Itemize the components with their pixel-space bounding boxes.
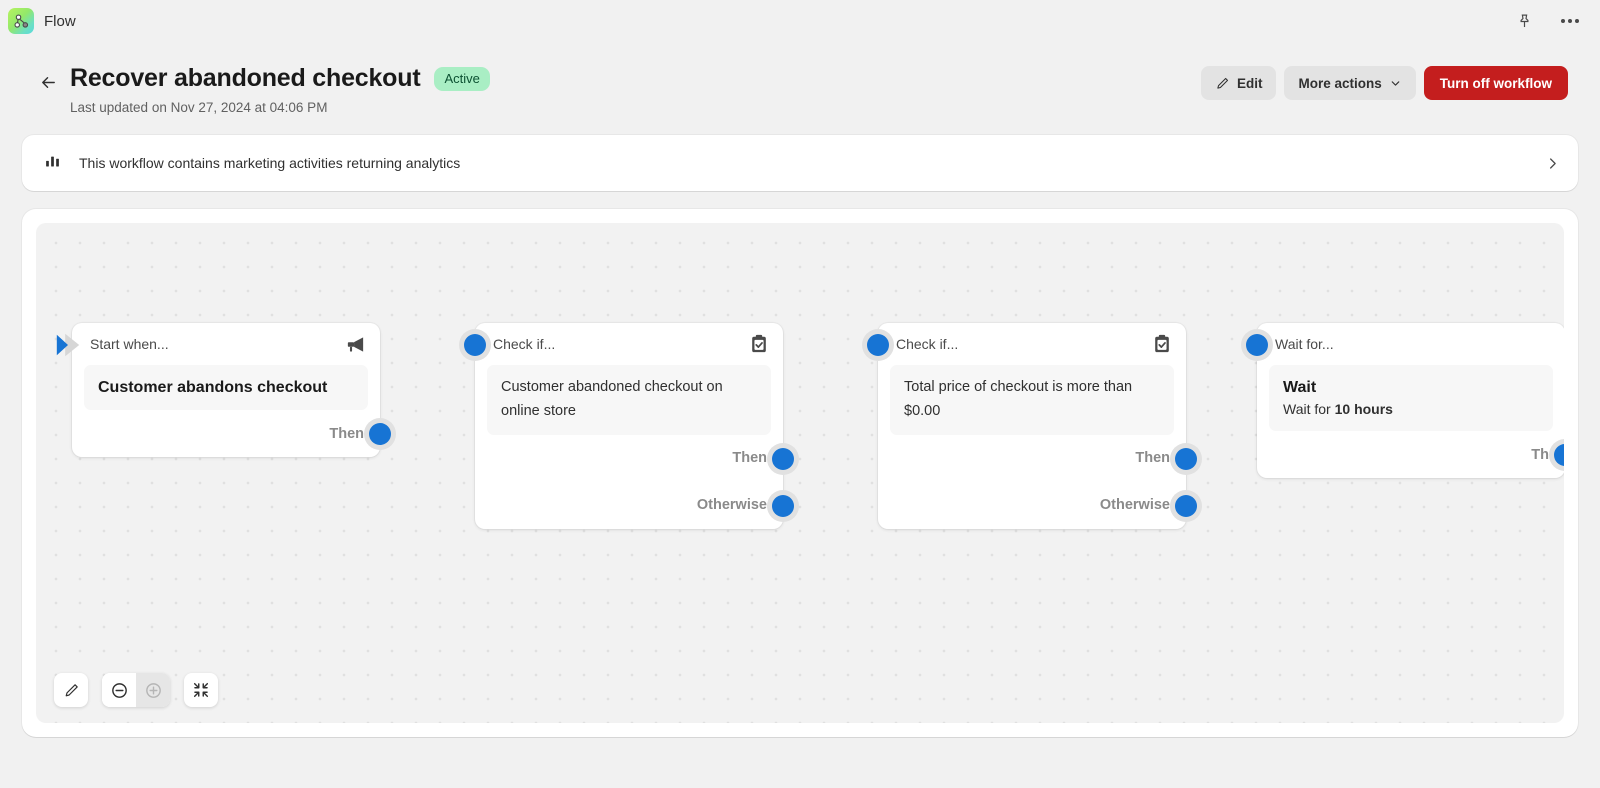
node-port-row-then: Then <box>72 410 396 457</box>
megaphone-icon <box>345 334 366 355</box>
pencil-icon <box>1217 77 1229 89</box>
node-port-row-then: Th <box>1257 431 1564 478</box>
app-title: Flow <box>44 12 76 30</box>
node-header-label: Wait for... <box>1275 336 1334 352</box>
input-port[interactable] <box>459 329 491 361</box>
node-body: Wait Wait for 10 hours <box>1269 365 1553 432</box>
more-menu-icon[interactable] <box>1556 7 1584 35</box>
analytics-banner-text: This workflow contains marketing activit… <box>79 155 461 171</box>
workflow-node-trigger[interactable]: Start when... Customer abandons checkout… <box>56 323 396 458</box>
node-body: Customer abandoned checkout on online st… <box>487 365 771 435</box>
clipboard-check-icon <box>1152 334 1172 354</box>
title-row: Recover abandoned checkout Active <box>70 64 490 93</box>
edit-button-label: Edit <box>1236 75 1263 91</box>
input-port[interactable] <box>1241 329 1273 361</box>
workflow-canvas-card: Start when... Customer abandons checkout… <box>22 209 1578 737</box>
chevron-down-icon <box>1391 80 1400 86</box>
zoom-in-button[interactable] <box>136 673 170 707</box>
node-port-row-then: Then <box>878 435 1202 482</box>
last-updated-text: Last updated on Nov 27, 2024 at 04:06 PM <box>70 100 328 115</box>
workflow-node-condition-1[interactable]: Check if... Customer abandoned checkout … <box>459 323 799 529</box>
output-port-otherwise[interactable] <box>1170 489 1202 522</box>
output-port-then[interactable] <box>767 442 799 475</box>
node-body-title: Customer abandons checkout <box>98 379 328 396</box>
output-port-then[interactable] <box>1549 439 1564 472</box>
workflow-node-wait[interactable]: Wait for... Wait Wait for 10 hours Th <box>1241 323 1564 479</box>
wait-prefix: Wait for <box>1283 401 1335 418</box>
fit-to-screen-button[interactable] <box>184 673 218 707</box>
header-actions: Edit More actions Turn off workflow <box>1200 64 1568 100</box>
start-arrow-icon <box>54 333 82 357</box>
port-label-then: Th <box>1531 446 1549 463</box>
node-body-title: Wait <box>1283 379 1317 396</box>
node-body-text: Total price of checkout is more than $0.… <box>904 379 1133 419</box>
page-header: Recover abandoned checkout Active Last u… <box>22 42 1578 115</box>
workflow-canvas[interactable]: Start when... Customer abandons checkout… <box>36 223 1564 723</box>
more-actions-label: More actions <box>1298 75 1382 91</box>
node-body-subtext: Wait for 10 hours <box>1283 399 1539 420</box>
edit-button[interactable]: Edit <box>1200 66 1277 100</box>
turn-off-workflow-button[interactable]: Turn off workflow <box>1423 66 1568 100</box>
output-port-then[interactable] <box>1170 442 1202 475</box>
fit-to-screen-icon <box>193 682 209 698</box>
node-header-label: Start when... <box>90 336 169 352</box>
clipboard-check-icon <box>749 334 769 354</box>
canvas-edit-button[interactable] <box>54 673 88 707</box>
node-header: Check if... <box>475 323 783 365</box>
port-label-otherwise: Otherwise <box>1099 497 1170 514</box>
port-label-then: Then <box>1135 450 1170 467</box>
node-body: Customer abandons checkout <box>84 365 368 411</box>
node-port-row-otherwise: Otherwise <box>878 482 1202 529</box>
node-header: Check if... <box>878 323 1186 365</box>
node-body-text: Customer abandoned checkout on online st… <box>501 379 723 419</box>
canvas-toolbar <box>54 673 218 707</box>
chevron-right-icon[interactable] <box>1545 156 1560 171</box>
node-header-label: Check if... <box>896 336 959 352</box>
node-header: Wait for... <box>1257 323 1564 365</box>
wait-duration: 10 hours <box>1334 401 1393 418</box>
zoom-out-button[interactable] <box>102 673 136 707</box>
app-bar-actions <box>1510 7 1584 35</box>
node-body: Total price of checkout is more than $0.… <box>890 365 1174 435</box>
more-actions-button[interactable]: More actions <box>1284 66 1416 100</box>
page-title: Recover abandoned checkout <box>70 64 421 92</box>
app-bar: Flow <box>0 0 1600 42</box>
output-port-then[interactable] <box>364 418 396 451</box>
back-arrow-icon[interactable] <box>34 68 62 96</box>
title-block: Recover abandoned checkout Active Last u… <box>70 64 490 115</box>
status-badge: Active <box>434 66 490 91</box>
output-port-otherwise[interactable] <box>767 489 799 522</box>
workflow-node-condition-2[interactable]: Check if... Total price of checkout is m… <box>862 323 1202 529</box>
pencil-icon <box>65 683 78 696</box>
port-label-otherwise: Otherwise <box>696 497 767 514</box>
node-header-label: Check if... <box>493 336 556 352</box>
more-menu-dots <box>1561 19 1579 23</box>
bar-chart-icon <box>44 152 61 174</box>
zoom-controls <box>102 673 170 707</box>
port-label-then: Then <box>329 425 364 442</box>
node-port-row-then: Then <box>475 435 799 482</box>
page-container: Recover abandoned checkout Active Last u… <box>0 42 1600 737</box>
flow-nodes-icon <box>8 8 34 34</box>
pin-icon[interactable] <box>1510 7 1538 35</box>
analytics-banner[interactable]: This workflow contains marketing activit… <box>22 135 1578 191</box>
zoom-in-icon <box>145 682 161 698</box>
node-port-row-otherwise: Otherwise <box>475 482 799 529</box>
zoom-out-icon <box>111 682 127 698</box>
port-label-then: Then <box>732 450 767 467</box>
node-header: Start when... <box>72 323 380 365</box>
input-port[interactable] <box>862 329 894 361</box>
